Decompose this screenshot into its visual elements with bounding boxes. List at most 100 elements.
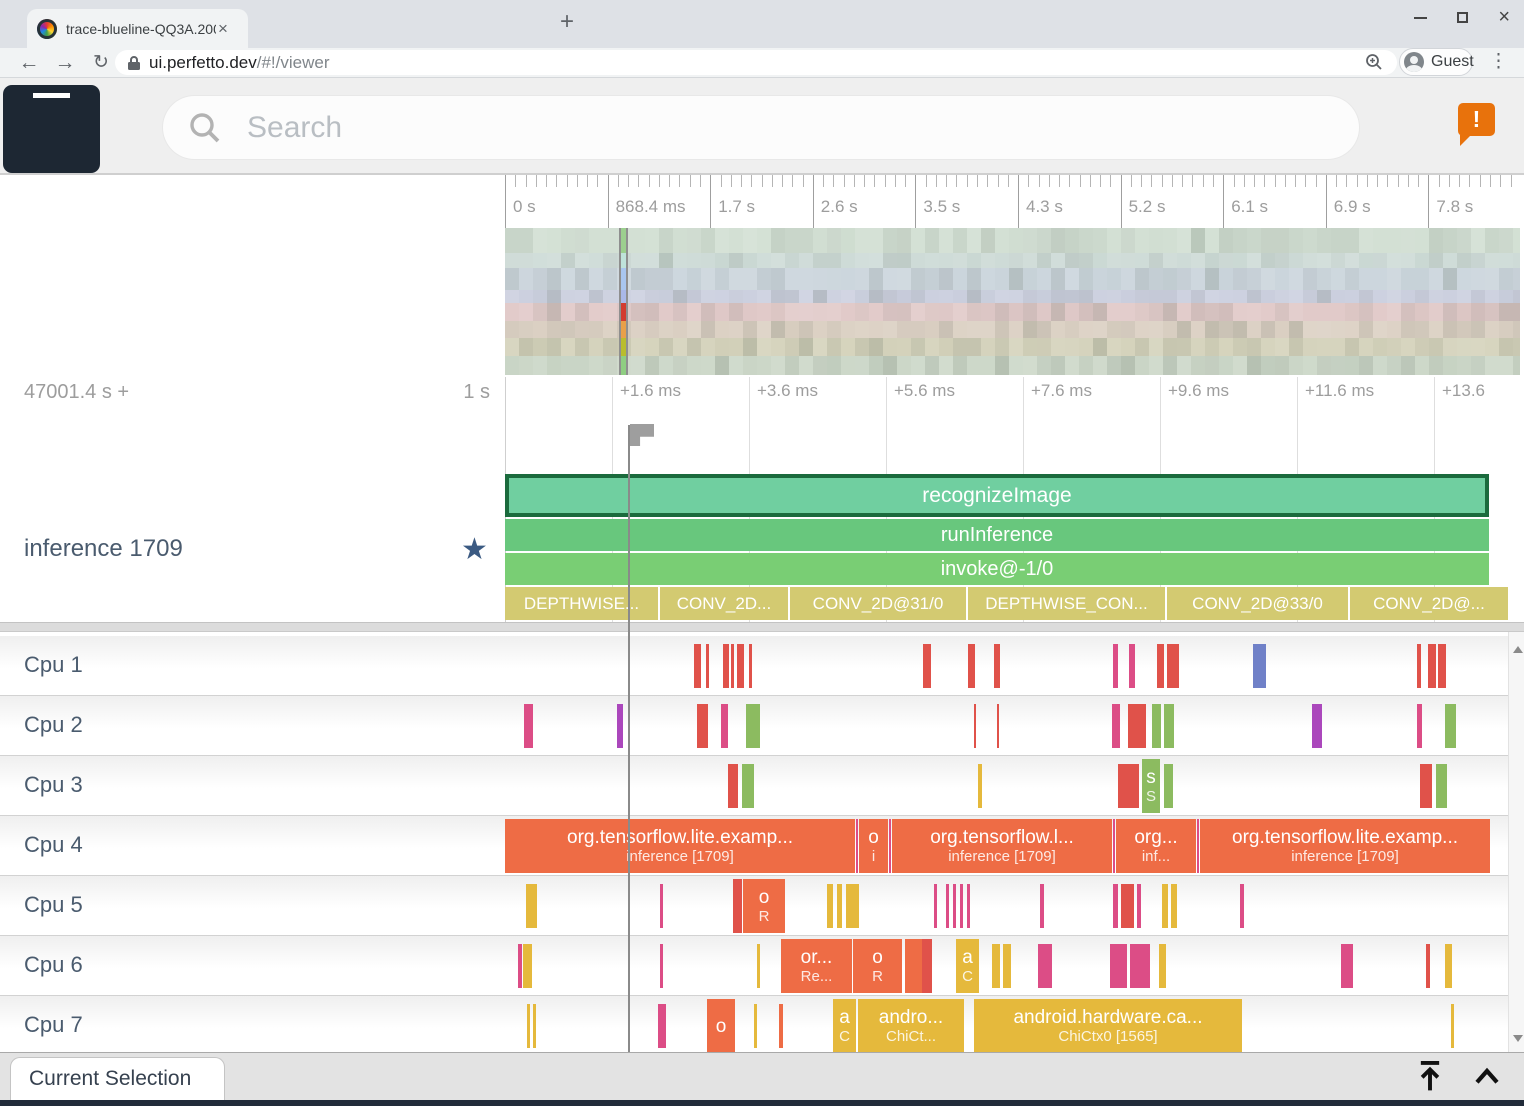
cpu-track-row[interactable]: Cpu 1 bbox=[0, 636, 1508, 696]
page-zoom-icon[interactable] bbox=[1365, 53, 1383, 71]
slice-op[interactable]: CONV_2D... bbox=[660, 587, 788, 620]
reload-icon[interactable]: ↻ bbox=[86, 48, 116, 77]
cpu-slice[interactable] bbox=[697, 704, 708, 748]
current-selection-tab[interactable]: Current Selection bbox=[10, 1057, 225, 1101]
cpu-slice[interactable] bbox=[1129, 644, 1135, 688]
cpu-slice[interactable] bbox=[934, 884, 937, 928]
sidebar-menu-button[interactable] bbox=[3, 85, 100, 173]
cpu-slice[interactable] bbox=[1128, 704, 1146, 748]
cpu-slice[interactable] bbox=[1240, 884, 1244, 928]
cpu-slice[interactable] bbox=[1040, 884, 1044, 928]
cpu-slice[interactable] bbox=[733, 879, 742, 933]
cpu-slice[interactable] bbox=[1197, 819, 1199, 873]
cpu-slice[interactable] bbox=[1171, 884, 1177, 928]
browser-tab[interactable]: trace-blueline-QQ3A.200805 × bbox=[27, 9, 248, 48]
cpu-slice[interactable]: sS bbox=[1142, 759, 1160, 813]
pin-star-icon[interactable]: ★ bbox=[461, 532, 488, 567]
slice-op[interactable]: CONV_2D@33/0 bbox=[1167, 587, 1348, 620]
cpu-slice[interactable] bbox=[1113, 884, 1118, 928]
cpu-slice[interactable] bbox=[757, 944, 760, 988]
cpu-slice[interactable] bbox=[889, 819, 891, 873]
cpu-slice[interactable] bbox=[994, 644, 1000, 688]
cpu-slice[interactable] bbox=[754, 1004, 757, 1048]
address-bar[interactable]: ui.perfetto.dev/#!/viewer bbox=[115, 50, 1397, 75]
window-close-icon[interactable]: × bbox=[1498, 12, 1510, 23]
cpu-slice[interactable] bbox=[997, 704, 999, 748]
cpu-slice[interactable] bbox=[533, 1004, 536, 1048]
cpu-slice[interactable] bbox=[922, 939, 932, 993]
browser-menu-icon[interactable]: ⋮ bbox=[1489, 50, 1508, 73]
cpu-slice[interactable] bbox=[992, 944, 1000, 988]
cpu-slice[interactable] bbox=[737, 644, 744, 688]
cpu-slice[interactable] bbox=[905, 939, 922, 993]
cpu-slice[interactable] bbox=[1003, 944, 1011, 988]
cpu-slice[interactable] bbox=[523, 944, 532, 988]
cpu-slice[interactable] bbox=[660, 884, 663, 928]
cpu-slice[interactable] bbox=[1112, 704, 1120, 748]
cpu-slice[interactable] bbox=[742, 764, 754, 808]
time-cursor-line[interactable] bbox=[628, 425, 630, 1052]
slice-op[interactable]: DEPTHWISE... bbox=[505, 587, 658, 620]
cpu-slice[interactable] bbox=[1164, 704, 1174, 748]
cpu-slice[interactable] bbox=[723, 644, 729, 688]
cpu-slice[interactable] bbox=[721, 704, 728, 748]
slice-recognizeImage[interactable]: recognizeImage bbox=[505, 474, 1489, 517]
cpu-slice[interactable]: oi bbox=[859, 819, 888, 873]
cpu-slice[interactable] bbox=[1312, 704, 1322, 748]
cpu-slice[interactable] bbox=[1426, 944, 1430, 988]
cpu-slice[interactable] bbox=[526, 884, 537, 928]
cpu-slice[interactable] bbox=[827, 884, 833, 928]
cpu-slice[interactable]: or...Re... bbox=[781, 939, 852, 993]
scrollbar-up-arrow[interactable] bbox=[1513, 646, 1523, 653]
cpu-slice[interactable] bbox=[728, 764, 738, 808]
cpu-slice[interactable] bbox=[1167, 644, 1179, 688]
cpu-slice[interactable] bbox=[923, 644, 931, 688]
cpu-slice[interactable] bbox=[974, 704, 976, 748]
search-input[interactable] bbox=[247, 111, 1247, 145]
cpu-slice[interactable]: aC bbox=[833, 999, 856, 1052]
dock-to-top-icon[interactable] bbox=[1414, 1059, 1446, 1093]
cpu-track-row[interactable]: Cpu 2 bbox=[0, 696, 1508, 756]
cpu-slice[interactable]: andro...ChiCt... bbox=[858, 999, 964, 1052]
cpu-slice[interactable] bbox=[1445, 704, 1456, 748]
cpu-slice[interactable] bbox=[1420, 764, 1432, 808]
vertical-scrollbar[interactable] bbox=[1508, 632, 1524, 1052]
cpu-slice[interactable] bbox=[1341, 944, 1353, 988]
cpu-slice[interactable] bbox=[1121, 884, 1134, 928]
cpu-slice[interactable]: org...inf... bbox=[1116, 819, 1196, 873]
scrollbar-down-arrow[interactable] bbox=[1513, 1035, 1523, 1042]
cpu-slice[interactable] bbox=[518, 944, 522, 988]
cpu-slice[interactable] bbox=[967, 884, 970, 928]
cpu-slice[interactable]: o bbox=[707, 999, 735, 1052]
cpu-slice[interactable] bbox=[1164, 764, 1173, 808]
cpu-slice[interactable]: oR bbox=[853, 939, 902, 993]
tab-close-icon[interactable]: × bbox=[218, 19, 228, 39]
cpu-slice[interactable] bbox=[660, 944, 663, 988]
cpu-slice[interactable] bbox=[1157, 644, 1164, 688]
cpu-track-row[interactable]: Cpu 3sS bbox=[0, 756, 1508, 816]
slice-op[interactable]: CONV_2D@31/0 bbox=[790, 587, 966, 620]
cpu-slice[interactable] bbox=[1253, 644, 1266, 688]
cpu-slice[interactable] bbox=[960, 884, 963, 928]
cpu-slice[interactable] bbox=[527, 1004, 530, 1048]
slice-runInference[interactable]: runInference bbox=[505, 519, 1489, 551]
cpu-slice[interactable] bbox=[746, 704, 760, 748]
cpu-slice[interactable] bbox=[1428, 644, 1436, 688]
cpu-slice[interactable] bbox=[1417, 704, 1422, 748]
cpu-slice[interactable] bbox=[1436, 764, 1447, 808]
cpu-slice[interactable] bbox=[617, 704, 623, 748]
window-minimize-icon[interactable] bbox=[1414, 17, 1427, 19]
cpu-slice[interactable] bbox=[658, 1004, 666, 1048]
cpu-slice[interactable]: org.tensorflow.lite.examp...inference [1… bbox=[1200, 819, 1490, 873]
profile-button[interactable]: Guest bbox=[1399, 48, 1473, 76]
cpu-slice[interactable]: org.tensorflow.l...inference [1709] bbox=[892, 819, 1112, 873]
slice-op[interactable]: CONV_2D@... bbox=[1350, 587, 1508, 620]
search-box[interactable] bbox=[163, 96, 1359, 159]
forward-icon[interactable]: → bbox=[50, 48, 80, 77]
expand-panel-icon[interactable] bbox=[1472, 1065, 1502, 1087]
cpu-slice[interactable] bbox=[706, 644, 709, 688]
cpu-slice[interactable] bbox=[1445, 944, 1452, 988]
cpu-slice[interactable] bbox=[946, 884, 949, 928]
cpu-slice[interactable] bbox=[1130, 944, 1150, 988]
cpu-slice[interactable] bbox=[1110, 944, 1127, 988]
